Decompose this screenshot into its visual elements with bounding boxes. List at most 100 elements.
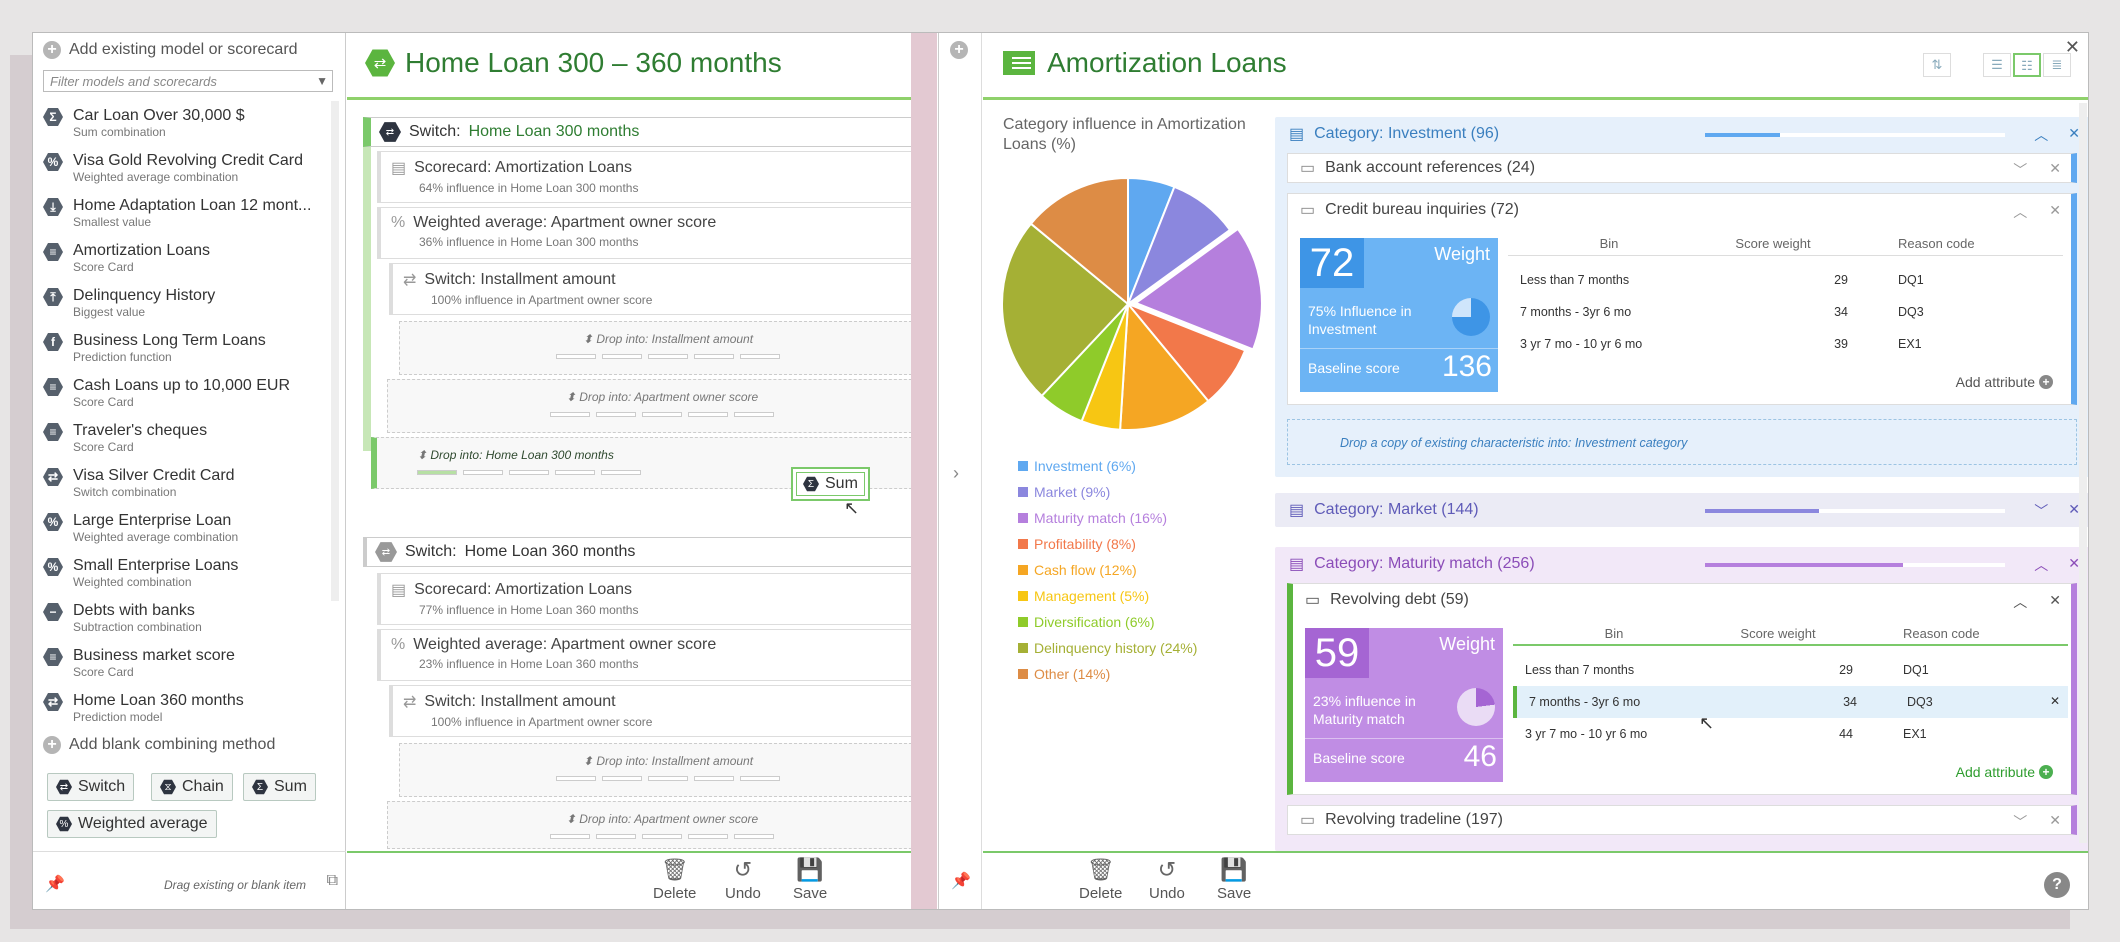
chevron-up-icon[interactable]: ︿ xyxy=(2034,555,2048,575)
bin-row[interactable]: 3 yr 7 mo - 10 yr 6 mo 44 EX1 xyxy=(1513,718,2068,750)
library-item[interactable]: ≡ Amortization Loans Score Card xyxy=(43,236,343,281)
reason-cell[interactable]: DQ1 xyxy=(1863,663,2063,677)
weight-cell[interactable]: 44 xyxy=(1703,727,1863,741)
library-item[interactable]: ⤒ Delinquency History Biggest value xyxy=(43,281,343,326)
reason-cell[interactable]: DQ3 xyxy=(1858,305,2058,319)
switch-installment-node[interactable]: ⇄ Switch: Installment amount 100% influen… xyxy=(389,263,937,315)
undo-button[interactable]: ↺ Undo xyxy=(725,857,761,902)
bin-row[interactable]: 7 months - 3yr 6 mo 34 DQ3 ✕ xyxy=(1513,686,2068,718)
sort-button[interactable]: ⇅ xyxy=(1923,53,1951,77)
weight-cell[interactable]: 39 xyxy=(1698,337,1858,351)
switch-node-300[interactable]: ⇄ Switch: Home Loan 300 months xyxy=(363,117,937,147)
category-header[interactable]: ▤ Category: Maturity match (256) ︿ ✕ xyxy=(1275,547,2088,581)
undo-button[interactable]: ↺ Undo xyxy=(1149,857,1185,902)
characteristic-header[interactable]: ▭ Revolving debt (59) ︿ ✕ xyxy=(1293,584,2071,616)
library-item[interactable]: ≡ Cash Loans up to 10,000 EUR Score Card xyxy=(43,371,343,416)
scorecard-scrollbar[interactable] xyxy=(2079,103,2087,843)
scorecard-node[interactable]: ▤ Scorecard: Amortization Loans 77% influ… xyxy=(377,573,937,625)
weight-cell[interactable]: 29 xyxy=(1698,273,1858,287)
characteristic-header[interactable]: ▭ Bank account references (24) ﹀ ✕ xyxy=(1288,154,2071,182)
chevron-down-icon[interactable]: ﹀ xyxy=(2013,812,2027,832)
close-icon[interactable]: ✕ xyxy=(2049,202,2061,222)
add-attribute-button[interactable]: Add attribute + xyxy=(1956,764,2053,780)
help-icon[interactable]: ? xyxy=(2044,872,2070,898)
add-attribute-button[interactable]: Add attribute + xyxy=(1956,374,2053,390)
weight-cell[interactable]: 34 xyxy=(1707,695,1867,709)
drop-zone[interactable]: ⬍ Drop into: Apartment owner score xyxy=(387,379,937,433)
add-existing-button[interactable]: + Add existing model or scorecard xyxy=(43,41,298,59)
characteristic-credit-bureau[interactable]: ▭ Credit bureau inquiries (72) ︿ ✕ 72 Wei… xyxy=(1287,193,2077,405)
chevron-up-icon[interactable]: ︿ xyxy=(2013,202,2027,222)
influence-slider[interactable] xyxy=(1705,133,2005,137)
close-icon[interactable]: ✕ xyxy=(2050,694,2060,708)
bin-row[interactable]: Less than 7 months 29 DQ1 xyxy=(1508,264,2063,296)
category-maturity-match[interactable]: ▤ Category: Maturity match (256) ︿ ✕ ▭ Re… xyxy=(1275,547,2088,851)
switch-node-360[interactable]: ⇄ Switch: Home Loan 360 months xyxy=(363,537,937,567)
reason-cell[interactable]: EX1 xyxy=(1858,337,2058,351)
category-investment[interactable]: ▤ Category: Investment (96) ︿ ✕ ▭ Bank ac… xyxy=(1275,117,2088,477)
influence-slider[interactable] xyxy=(1705,563,2005,567)
switch-chip[interactable]: ⇄ Switch xyxy=(47,773,135,801)
library-item[interactable]: ⤓ Home Adaptation Loan 12 mont... Smallest… xyxy=(43,191,343,236)
drag-ghost-sum[interactable]: Σ Sum xyxy=(791,467,870,501)
baseline-value[interactable]: 136 xyxy=(1442,350,1492,384)
drop-zone[interactable]: ⬍ Drop into: Installment amount xyxy=(399,321,937,375)
characteristic-revolving-tradeline[interactable]: ▭ Revolving tradeline (197) ﹀ ✕ xyxy=(1287,805,2077,835)
close-icon[interactable]: ✕ xyxy=(2049,812,2061,832)
library-item[interactable]: ⇄ Home Loan 360 months Prediction model xyxy=(43,686,343,731)
weight-cell[interactable]: 34 xyxy=(1698,305,1858,319)
chevron-down-icon[interactable]: ﹀ xyxy=(2013,160,2027,180)
filter-icon[interactable]: ▼ xyxy=(316,74,328,88)
bin-row[interactable]: Less than 7 months 29 DQ1 xyxy=(1513,654,2068,686)
pin-icon[interactable]: 📌 xyxy=(45,874,65,894)
delete-button[interactable]: 🗑 Delete xyxy=(653,857,696,902)
weighted-average-chip[interactable]: % Weighted average xyxy=(47,810,217,838)
category-header[interactable]: ▤ Category: Investment (96) ︿ ✕ xyxy=(1275,117,2088,151)
drop-zone[interactable]: ⬍ Drop into: Apartment owner score xyxy=(387,801,937,849)
view-normal-button[interactable]: ☷ xyxy=(2013,53,2041,77)
reason-cell[interactable]: DQ1 xyxy=(1858,273,2058,287)
delete-button[interactable]: 🗑 Delete xyxy=(1079,857,1122,902)
chevron-up-icon[interactable]: ︿ xyxy=(2034,125,2048,145)
chain-chip[interactable]: ⧖ Chain xyxy=(151,773,233,801)
reason-cell[interactable]: EX1 xyxy=(1863,727,2063,741)
weighted-node[interactable]: % Weighted average: Apartment owner score… xyxy=(377,629,937,681)
sum-chip[interactable]: Σ Sum xyxy=(243,773,316,801)
library-item[interactable]: ≡ Business market score Score Card xyxy=(43,641,343,686)
characteristic-header[interactable]: ▭ Revolving tradeline (197) ﹀ ✕ xyxy=(1288,806,2071,834)
save-button[interactable]: 💾 Save xyxy=(1217,857,1251,902)
close-icon[interactable]: ✕ xyxy=(2049,160,2061,180)
chevron-up-icon[interactable]: ︿ xyxy=(2013,592,2027,612)
baseline-value[interactable]: 46 xyxy=(1464,740,1497,774)
category-header[interactable]: ▤ Category: Market (144) ﹀ ✕ xyxy=(1275,493,2088,527)
library-item[interactable]: % Small Enterprise Loans Weighted combinat… xyxy=(43,551,343,596)
drop-copy-zone[interactable]: Drop a copy of existing characteristic i… xyxy=(1287,419,2077,465)
view-compact-button[interactable]: ☰ xyxy=(1983,53,2011,77)
drop-zone[interactable]: ⬍ Drop into: Installment amount xyxy=(399,743,937,797)
library-item[interactable]: f Business Long Term Loans Prediction func… xyxy=(43,326,343,371)
pin-icon[interactable]: 📌 xyxy=(951,871,971,891)
close-icon[interactable]: ✕ xyxy=(2049,592,2061,612)
chevron-down-icon[interactable]: ﹀ xyxy=(2034,501,2048,521)
chevron-right-icon[interactable]: › xyxy=(953,463,959,484)
bin-row[interactable]: 7 months - 3yr 6 mo 34 DQ3 xyxy=(1508,296,2063,328)
bin-row[interactable]: 3 yr 7 mo - 10 yr 6 mo 39 EX1 xyxy=(1508,328,2063,360)
influence-slider[interactable] xyxy=(1705,509,2005,513)
library-item[interactable]: % Large Enterprise Loan Weighted average c… xyxy=(43,506,343,551)
library-item[interactable]: ≡ Traveler's cheques Score Card xyxy=(43,416,343,461)
reason-cell[interactable]: DQ3 xyxy=(1867,695,2067,709)
library-item[interactable]: Σ Car Loan Over 30,000 $ Sum combination xyxy=(43,101,343,146)
weighted-node[interactable]: % Weighted average: Apartment owner score… xyxy=(377,207,937,259)
plus-icon[interactable]: + xyxy=(950,41,968,59)
filter-input[interactable]: Filter models and scorecards ▼ xyxy=(43,70,333,92)
weight-cell[interactable]: 29 xyxy=(1703,663,1863,677)
category-market[interactable]: ▤ Category: Market (144) ﹀ ✕ xyxy=(1275,493,2088,527)
characteristic-revolving-debt[interactable]: ▭ Revolving debt (59) ︿ ✕ 59 Weight 23% i… xyxy=(1287,583,2077,795)
characteristic-header[interactable]: ▭ Credit bureau inquiries (72) ︿ ✕ xyxy=(1288,194,2071,226)
save-button[interactable]: 💾 Save xyxy=(793,857,827,902)
switch-installment-node[interactable]: ⇄ Switch: Installment amount 100% influen… xyxy=(389,685,937,737)
close-icon[interactable]: ✕ xyxy=(2065,37,2080,58)
library-item[interactable]: % Visa Gold Revolving Credit Card Weighted… xyxy=(43,146,343,191)
library-item[interactable]: − Debts with banks Subtraction combination xyxy=(43,596,343,641)
library-scrollbar[interactable] xyxy=(331,101,339,601)
